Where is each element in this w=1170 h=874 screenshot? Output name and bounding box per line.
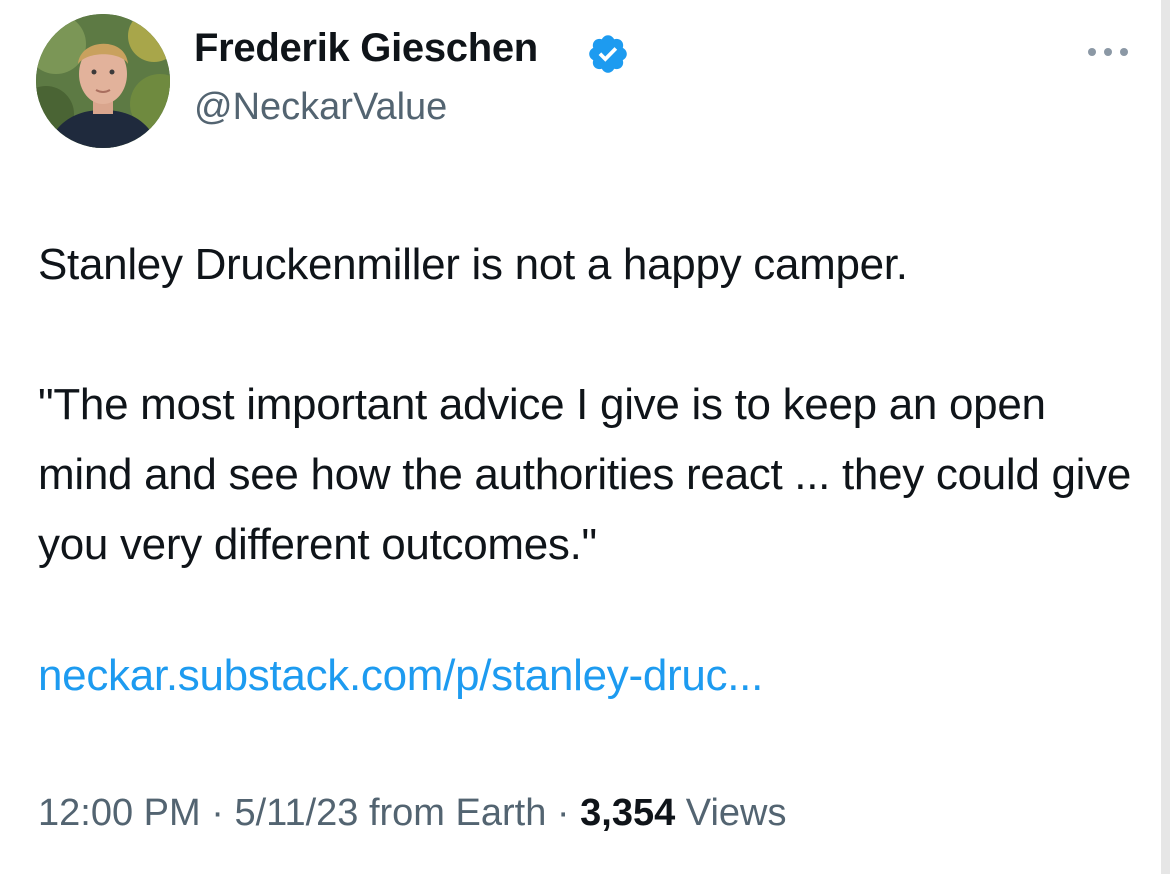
views-count[interactable]: 3,354 — [580, 792, 675, 834]
avatar-photo — [36, 14, 170, 148]
avatar[interactable] — [36, 14, 170, 148]
tweet-source: from Earth — [358, 792, 547, 834]
screen-edge — [1161, 0, 1170, 874]
meta-separator: · — [200, 792, 235, 834]
tweet-metadata: 12:00 PM · 5/11/23 from Earth · 3,354 Vi… — [38, 788, 786, 838]
author-name[interactable]: Frederik Gieschen — [194, 28, 538, 68]
verified-badge-icon — [589, 35, 627, 73]
meta-separator: · — [546, 792, 581, 834]
tweet-link[interactable]: neckar.substack.com/p/stanley-druc... — [38, 646, 763, 706]
author-handle[interactable]: @NeckarValue — [194, 88, 447, 126]
more-options-icon[interactable] — [1084, 40, 1132, 64]
tweet-date[interactable]: 5/11/23 — [234, 792, 358, 834]
tweet-text: Stanley Druckenmiller is not a happy cam… — [38, 240, 1132, 569]
views-label[interactable]: Views — [675, 792, 787, 834]
tweet-time[interactable]: 12:00 PM — [38, 792, 201, 834]
